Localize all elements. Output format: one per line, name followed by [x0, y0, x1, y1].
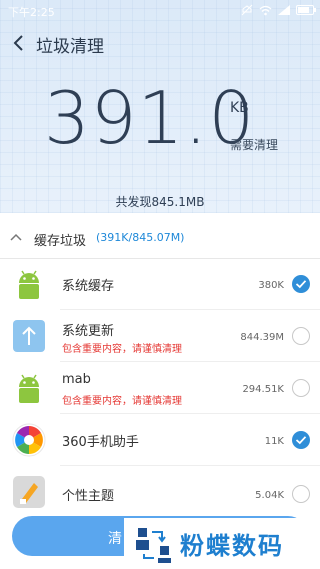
list-item[interactable]: 360手机助手 11K	[0, 414, 320, 466]
list-item[interactable]: 个性主题 5.04K	[0, 466, 320, 518]
do-not-disturb-icon	[241, 4, 253, 16]
unchecked-checkbox[interactable]	[292, 327, 310, 345]
list-item[interactable]: 系统更新 包含重要内容，请谨慎清理 844.39M	[0, 310, 320, 362]
battery-icon	[296, 5, 316, 15]
android-icon	[19, 270, 39, 299]
signal-icon	[278, 5, 290, 15]
junk-size-unit: KB	[230, 100, 249, 116]
section-count: (391K/845.07M)	[96, 231, 185, 244]
back-arrow-icon[interactable]	[10, 32, 28, 54]
watermark-text: 粉蝶数码	[180, 532, 284, 560]
item-size: 11K	[264, 436, 284, 447]
unchecked-checkbox[interactable]	[292, 485, 310, 503]
unchecked-checkbox[interactable]	[292, 379, 310, 397]
chevron-up-icon[interactable]	[10, 232, 22, 242]
list-item[interactable]: 系统缓存 380K	[0, 258, 320, 310]
upload-arrow-icon	[13, 320, 45, 352]
status-bar: 下午2:25	[0, 0, 320, 22]
item-size: 844.39M	[240, 332, 284, 343]
theme-icon	[13, 476, 45, 508]
item-warning: 包含重要内容，请谨慎清理	[62, 396, 182, 407]
item-title: 系统更新	[62, 324, 115, 339]
total-found-label: 共发现845.1MB	[115, 195, 205, 209]
section-title: 缓存垃圾	[34, 234, 87, 249]
watermark: 粉蝶数码	[124, 518, 320, 566]
item-warning: 包含重要内容，请谨慎清理	[62, 344, 182, 355]
item-size: 5.04K	[255, 490, 284, 501]
checked-checkbox-icon[interactable]	[292, 431, 310, 449]
360-assistant-icon	[12, 423, 46, 457]
item-title: 个性主题	[62, 489, 115, 504]
title-bar: 垃圾清理	[0, 26, 320, 62]
android-icon	[19, 374, 39, 403]
watermark-logo-icon	[136, 528, 171, 563]
list-item[interactable]: mab 包含重要内容，请谨慎清理 294.51K	[0, 362, 320, 414]
cache-junk-section-header[interactable]: 缓存垃圾 (391K/845.07M)	[0, 218, 320, 259]
status-time: 下午2:25	[8, 6, 55, 19]
page-title: 垃圾清理	[36, 37, 104, 57]
junk-size-value: 391.0	[44, 76, 256, 160]
need-clean-label: 需要清理	[230, 138, 279, 152]
item-size: 294.51K	[242, 384, 284, 395]
item-title: mab	[62, 372, 91, 387]
item-title: 系统缓存	[62, 279, 115, 294]
item-title: 360手机助手	[62, 435, 139, 450]
summary-header: 下午2:25 垃圾清理 391.0 KB 需要清理 共发现845.1MB	[0, 0, 320, 213]
item-size: 380K	[258, 280, 284, 291]
checked-checkbox-icon[interactable]	[292, 275, 310, 293]
clean-button-label: 清	[108, 531, 122, 547]
status-icons	[241, 4, 316, 16]
wifi-icon	[259, 5, 272, 15]
